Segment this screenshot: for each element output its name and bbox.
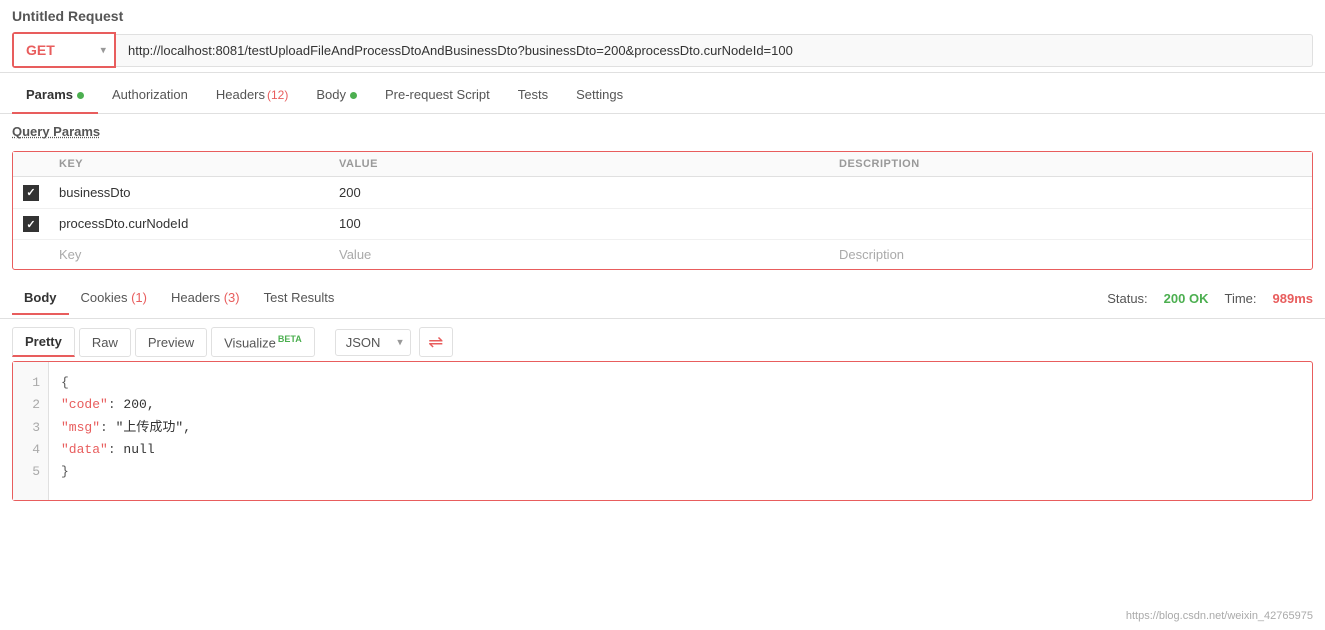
status-row: Status: 200 OK Time: 989ms xyxy=(1107,291,1313,306)
resp-tab-test-results[interactable]: Test Results xyxy=(252,282,347,315)
tab-params[interactable]: Params xyxy=(12,77,98,114)
col-header-value: VALUE xyxy=(329,152,829,177)
value-value: 100 xyxy=(339,216,361,231)
app-container: Untitled Request GET POST PUT DELETE Par… xyxy=(0,0,1325,630)
tab-settings[interactable]: Settings xyxy=(562,77,637,114)
line-number: 2 xyxy=(21,394,40,416)
col-header-key: KEY xyxy=(49,152,329,177)
new-key-cell[interactable]: Key xyxy=(49,240,329,270)
new-value-cell[interactable]: Value xyxy=(329,240,829,270)
format-select[interactable]: JSON XML HTML Text xyxy=(335,329,411,356)
resp-tab-cookies[interactable]: Cookies (1) xyxy=(69,282,159,315)
table-row: processDto.curNodeId 100 xyxy=(13,208,1312,240)
desc-cell[interactable] xyxy=(829,177,1312,209)
status-value: 200 OK xyxy=(1164,291,1209,306)
tab-tests[interactable]: Tests xyxy=(504,77,562,114)
tab-headers[interactable]: Headers(12) xyxy=(202,77,302,114)
line-number: 1 xyxy=(21,372,40,394)
checkbox[interactable] xyxy=(23,185,39,201)
body-dot xyxy=(350,92,357,99)
wrap-button[interactable]: ⇌ xyxy=(419,327,453,357)
table-new-row: Key Value Description xyxy=(13,240,1312,270)
response-tabs: Body Cookies (1) Headers (3) Test Result… xyxy=(12,282,346,314)
new-checkbox-cell xyxy=(13,240,49,270)
new-desc-cell[interactable]: Description xyxy=(829,240,1312,270)
checkbox-cell[interactable] xyxy=(13,208,49,240)
value-cell[interactable]: 200 xyxy=(329,177,829,209)
beta-badge: BETA xyxy=(278,334,302,344)
line-number: 3 xyxy=(21,417,40,439)
method-select[interactable]: GET POST PUT DELETE xyxy=(14,34,114,66)
code-line: { xyxy=(61,372,1300,394)
body-tab-visualize[interactable]: VisualizeBETA xyxy=(211,327,315,357)
url-input[interactable] xyxy=(116,34,1313,67)
key-value: businessDto xyxy=(59,185,131,200)
tab-pre-request[interactable]: Pre-request Script xyxy=(371,77,504,114)
tab-authorization[interactable]: Authorization xyxy=(98,77,202,114)
code-line: "msg": "上传成功", xyxy=(61,417,1300,439)
checkbox-cell[interactable] xyxy=(13,177,49,209)
params-dot xyxy=(77,92,84,99)
time-label: Time: xyxy=(1224,291,1256,306)
value-cell[interactable]: 100 xyxy=(329,208,829,240)
key-cell[interactable]: businessDto xyxy=(49,177,329,209)
format-select-wrapper: JSON XML HTML Text xyxy=(335,329,411,356)
tab-body[interactable]: Body xyxy=(302,77,371,114)
key-value: processDto.curNodeId xyxy=(59,216,188,231)
code-content: { "code": 200, "msg": "上传成功", "data": nu… xyxy=(49,362,1312,500)
response-header: Body Cookies (1) Headers (3) Test Result… xyxy=(0,278,1325,319)
method-select-wrapper: GET POST PUT DELETE xyxy=(12,32,116,68)
body-toolbar: Pretty Raw Preview VisualizeBETA JSON XM… xyxy=(0,319,1325,361)
body-tab-raw[interactable]: Raw xyxy=(79,328,131,357)
line-numbers: 12345 xyxy=(13,362,49,500)
line-number: 5 xyxy=(21,461,40,483)
table-row: businessDto 200 xyxy=(13,177,1312,209)
desc-cell[interactable] xyxy=(829,208,1312,240)
body-tab-pretty[interactable]: Pretty xyxy=(12,327,75,357)
value-placeholder: Value xyxy=(339,247,371,262)
line-number: 4 xyxy=(21,439,40,461)
page-title: Untitled Request xyxy=(12,8,1313,24)
code-area: 12345 { "code": 200, "msg": "上传成功", "dat… xyxy=(12,361,1313,501)
query-params-label: Query Params xyxy=(0,114,1325,143)
time-value: 989ms xyxy=(1273,291,1313,306)
col-header-description: DESCRIPTION xyxy=(829,152,1312,177)
col-header-check xyxy=(13,152,49,177)
code-line: } xyxy=(61,461,1300,483)
watermark: https://blog.csdn.net/weixin_42765975 xyxy=(1126,610,1313,622)
status-label: Status: xyxy=(1107,291,1147,306)
resp-tab-headers[interactable]: Headers (3) xyxy=(159,282,252,315)
resp-tab-body[interactable]: Body xyxy=(12,282,69,315)
checkbox[interactable] xyxy=(23,216,39,232)
body-tab-preview[interactable]: Preview xyxy=(135,328,207,357)
value-value: 200 xyxy=(339,185,361,200)
params-table: KEY VALUE DESCRIPTION businessDto 200 pr… xyxy=(13,152,1312,269)
key-placeholder: Key xyxy=(59,247,81,262)
request-row: GET POST PUT DELETE xyxy=(12,32,1313,68)
code-line: "data": null xyxy=(61,439,1300,461)
top-bar: Untitled Request GET POST PUT DELETE xyxy=(0,0,1325,73)
desc-placeholder: Description xyxy=(839,247,904,262)
key-cell[interactable]: processDto.curNodeId xyxy=(49,208,329,240)
request-tabs-row: Params Authorization Headers(12) Body Pr… xyxy=(0,77,1325,114)
params-table-wrapper: KEY VALUE DESCRIPTION businessDto 200 pr… xyxy=(12,151,1313,270)
code-line: "code": 200, xyxy=(61,394,1300,416)
